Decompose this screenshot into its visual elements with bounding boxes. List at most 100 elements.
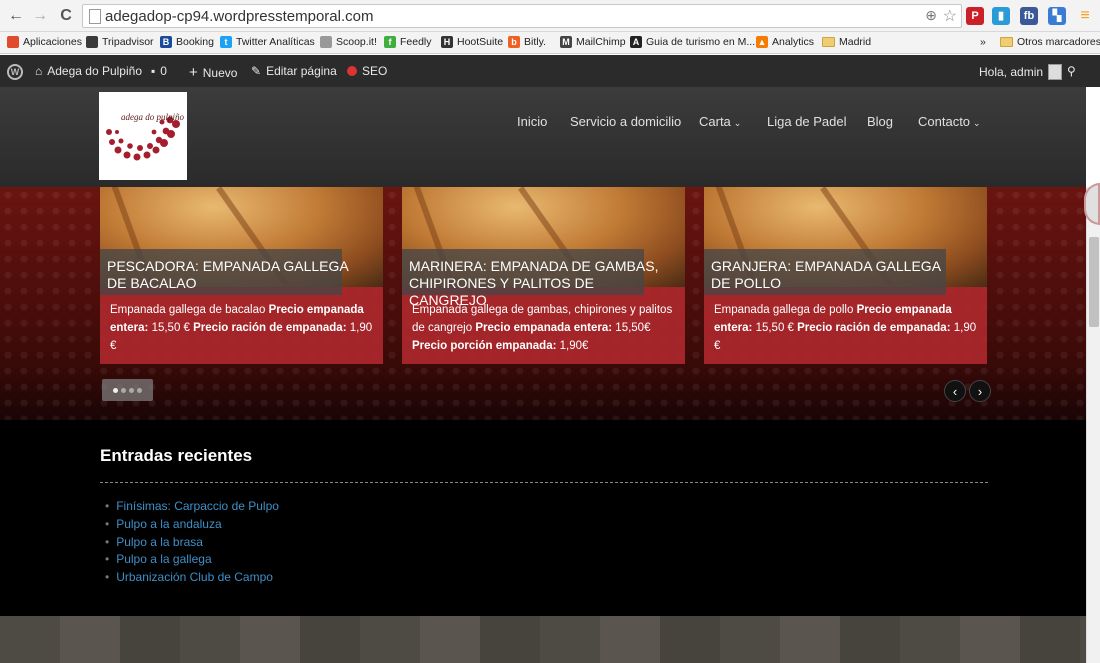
hootsuite-icon: H bbox=[441, 36, 453, 48]
reload-button[interactable]: C bbox=[56, 6, 76, 26]
bookmark-star-icon[interactable]: ☆ bbox=[943, 6, 957, 26]
bookmark-item[interactable]: M MailChimp bbox=[560, 36, 626, 48]
menu-extension-icon[interactable]: ≡ bbox=[1076, 7, 1094, 25]
bookmark-item[interactable]: A Guia de turismo en M... bbox=[630, 36, 755, 48]
avatar bbox=[1048, 64, 1063, 80]
bookmark-item[interactable]: Aplicaciones bbox=[7, 36, 82, 48]
wordpress-icon: W bbox=[7, 64, 23, 80]
wp-edit-page[interactable]: ✎ Editar página bbox=[251, 64, 337, 78]
comment-icon: ▪ bbox=[151, 64, 156, 78]
menu-item-contacto[interactable]: Contacto ⌄ bbox=[918, 114, 981, 129]
slider-dot[interactable] bbox=[129, 387, 134, 393]
slide-description: Empanada gallega de bacalao Precio empan… bbox=[110, 304, 373, 352]
chevron-down-icon: ⌄ bbox=[973, 118, 981, 128]
wp-admin-bar: W ⌂ Adega do Pulpiño ▪ 0 + Nuevo ✎ Edita… bbox=[0, 55, 1100, 87]
site-logo[interactable]: adega do pulpiño bbox=[99, 92, 187, 180]
divider bbox=[100, 482, 988, 483]
buffer-extension-icon[interactable]: ▮ bbox=[992, 7, 1010, 25]
back-button[interactable]: ← bbox=[6, 6, 26, 26]
site-header: adega do pulpiño Inicio Servicio a domici… bbox=[0, 87, 1086, 187]
bookmark-item[interactable]: H HootSuite bbox=[441, 36, 503, 48]
forward-button[interactable]: → bbox=[30, 6, 50, 26]
slider-dot[interactable] bbox=[113, 387, 118, 393]
recent-post-link[interactable]: Urbanización Club de Campo bbox=[105, 569, 279, 587]
wp-comments[interactable]: ▪ 0 bbox=[151, 64, 167, 78]
plus-icon: + bbox=[189, 64, 198, 81]
chevron-down-icon: ⌄ bbox=[733, 118, 742, 128]
folder-icon bbox=[822, 37, 835, 47]
bookmarks-more[interactable]: » bbox=[980, 36, 986, 48]
home-icon: ⌂ bbox=[35, 64, 43, 78]
bookmark-item[interactable]: B Booking bbox=[160, 36, 214, 48]
floating-side-button[interactable] bbox=[1084, 183, 1100, 225]
slide-description-panel: Empanada gallega de bacalao Precio empan… bbox=[100, 287, 383, 364]
slide-card[interactable]: Empanada gallega de bacalao Precio empan… bbox=[100, 187, 383, 364]
apps-grid-icon bbox=[7, 36, 19, 48]
bookmarks-bar: Aplicaciones Tripadvisor B Booking t Twitter … bbox=[0, 32, 1100, 54]
menu-item-liga-de-padel[interactable]: Liga de Padel bbox=[767, 114, 847, 129]
svg-text:adega do pulpiño: adega do pulpiño bbox=[121, 112, 184, 122]
slide-description: Empanada gallega de pollo Precio empanad… bbox=[714, 304, 977, 352]
logo-image: adega do pulpiño bbox=[106, 112, 184, 161]
slider-dot[interactable] bbox=[137, 387, 142, 393]
pencil-icon: ✎ bbox=[251, 64, 262, 78]
analytics-icon: ▲ bbox=[756, 36, 768, 48]
bookmark-item[interactable]: Tripadvisor bbox=[86, 36, 154, 48]
bookmark-item[interactable]: f Feedly bbox=[384, 36, 432, 48]
page-icon bbox=[320, 36, 332, 48]
other-bookmarks[interactable]: Otros marcadores bbox=[1000, 36, 1100, 48]
wp-seo[interactable]: SEO bbox=[347, 64, 387, 78]
scrollbar-thumb[interactable] bbox=[1089, 237, 1099, 327]
facebook-extension-icon[interactable]: fb bbox=[1020, 7, 1038, 25]
bookmark-item[interactable]: Scoop.it! bbox=[320, 36, 377, 48]
booking-icon: B bbox=[160, 36, 172, 48]
apps-tiles-extension-icon[interactable]: ▚ bbox=[1048, 7, 1066, 25]
wood-footer bbox=[0, 616, 1086, 663]
slide-description: Empanada gallega de gambas, chipirones y… bbox=[412, 304, 673, 352]
page-scrollbar[interactable] bbox=[1086, 187, 1100, 663]
slide-title: MARINERA: EMPANADA DE GAMBAS, CHIPIRONES… bbox=[409, 258, 659, 308]
bookmark-item[interactable]: b Bitly. bbox=[508, 36, 546, 48]
wp-account[interactable]: Hola, admin bbox=[979, 64, 1063, 80]
guide-icon: A bbox=[630, 36, 642, 48]
wp-new[interactable]: + Nuevo bbox=[189, 64, 237, 81]
recent-post-link[interactable]: Pulpo a la gallega bbox=[105, 551, 279, 569]
slider-dot[interactable] bbox=[121, 387, 126, 393]
footer-widget-area: Entradas recientes Finísimas: Carpaccio … bbox=[0, 420, 1086, 616]
recent-post-link[interactable]: Pulpo a la brasa bbox=[105, 534, 279, 552]
menu-item-servicio-a-domicilio[interactable]: Servicio a domicilio bbox=[570, 114, 681, 129]
bookmark-item[interactable]: Madrid bbox=[822, 36, 871, 48]
recent-post-link[interactable]: Finísimas: Carpaccio de Pulpo bbox=[105, 498, 279, 516]
feedly-icon: f bbox=[384, 36, 396, 48]
bookmark-item[interactable]: ▲ Analytics bbox=[756, 36, 814, 48]
slide-card[interactable]: Empanada gallega de gambas, chipirones y… bbox=[402, 187, 685, 364]
twitter-icon: t bbox=[220, 36, 232, 48]
bitly-icon: b bbox=[508, 36, 520, 48]
bookmark-item[interactable]: t Twitter Analíticas bbox=[220, 36, 315, 48]
url-text: adegadop-cp94.wordpresstemporal.com bbox=[105, 8, 374, 25]
recent-posts-list: Finísimas: Carpaccio de PulpoPulpo a la … bbox=[105, 498, 279, 587]
wp-site-link[interactable]: ⌂ Adega do Pulpiño bbox=[35, 64, 142, 78]
browser-toolbar: ← → C adegadop-cp94.wordpresstemporal.co… bbox=[0, 0, 1100, 32]
slide-card[interactable]: Empanada gallega de pollo Precio empanad… bbox=[704, 187, 987, 364]
recent-post-link[interactable]: Pulpo a la andaluza bbox=[105, 516, 279, 534]
recent-posts-title: Entradas recientes bbox=[100, 446, 253, 465]
menu-item-carta[interactable]: Carta ⌄ bbox=[699, 114, 741, 129]
slide-description-panel: Empanada gallega de pollo Precio empanad… bbox=[704, 287, 987, 364]
menu-item-blog[interactable]: Blog bbox=[867, 114, 893, 129]
folder-icon bbox=[1000, 37, 1013, 47]
pinterest-extension-icon[interactable]: P bbox=[966, 7, 984, 25]
wordpress-logo[interactable]: W bbox=[7, 64, 23, 80]
zoom-icon[interactable]: ⊕ bbox=[925, 7, 937, 24]
wp-search-icon[interactable]: ⚲ bbox=[1067, 64, 1076, 78]
owl-icon bbox=[86, 36, 98, 48]
slider-pagination[interactable] bbox=[102, 379, 153, 401]
menu-item-inicio[interactable]: Inicio bbox=[517, 114, 547, 129]
slider-next-button[interactable]: › bbox=[969, 380, 991, 402]
seo-status-icon bbox=[347, 66, 357, 76]
page-icon bbox=[89, 9, 101, 24]
mailchimp-icon: M bbox=[560, 36, 572, 48]
slider-area: Empanada gallega de bacalao Precio empan… bbox=[0, 187, 1086, 420]
address-bar[interactable]: adegadop-cp94.wordpresstemporal.com ⊕ ☆ bbox=[82, 4, 962, 28]
slider-prev-button[interactable]: ‹ bbox=[944, 380, 966, 402]
